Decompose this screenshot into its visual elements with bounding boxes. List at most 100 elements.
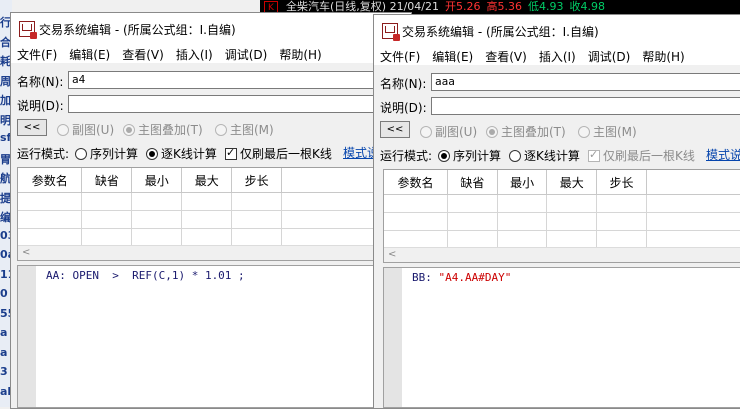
code-text: BB:: [412, 271, 439, 284]
scroll-left-icon[interactable]: <: [22, 247, 30, 258]
horizontal-scrollbar[interactable]: <: [18, 245, 411, 260]
option-label: 逐K线计算: [161, 147, 217, 161]
menu-bar: 文件(F) 编辑(E) 查看(V) 插入(I) 调试(D) 帮助(H): [11, 43, 411, 63]
title-bar[interactable]: 交易系统编辑 - (所属公式组：I.自编): [374, 15, 740, 45]
column-default: 缺省: [447, 170, 498, 195]
code-text: AA: OPEN > REF(C,1) * 1.01 ;: [46, 269, 245, 282]
low-price: 低4.93: [527, 0, 564, 13]
option-label: 副图(U): [72, 123, 115, 137]
formula-code-editor[interactable]: BB: "A4.AA#DAY": [383, 267, 740, 408]
run-mode-label: 运行模式:: [17, 147, 70, 161]
table-row[interactable]: [18, 192, 411, 211]
parameter-table: 参数名 缺省 最小 最大 步长 <: [17, 167, 411, 261]
option-label: 主图(M): [230, 123, 274, 137]
open-price: 开5.26: [444, 0, 481, 13]
radio-icon: [438, 150, 450, 162]
menu-bar: 文件(F) 编辑(E) 查看(V) 插入(I) 调试(D) 帮助(H): [374, 45, 740, 65]
column-empty: [646, 170, 740, 195]
collapse-button[interactable]: <<: [17, 119, 47, 136]
column-max: 最大: [181, 168, 233, 193]
checkbox-icon: [225, 146, 237, 160]
menu-insert[interactable]: 插入(I): [533, 45, 582, 65]
column-step: 步长: [231, 168, 283, 193]
menu-file[interactable]: 文件(F): [11, 43, 63, 63]
menu-file[interactable]: 文件(F): [374, 45, 426, 65]
window-title: 交易系统编辑 - (所属公式组：I.自编): [402, 25, 599, 39]
last-bar-checkbox[interactable]: 仅刷最后一根K线: [588, 147, 695, 164]
formula-app-icon: [19, 21, 37, 39]
option-label: 主图(M): [593, 125, 637, 139]
editor-gutter: [18, 266, 36, 407]
editor-gutter: [384, 268, 402, 407]
menu-view[interactable]: 查看(V): [479, 45, 533, 65]
option-main-overlay[interactable]: 主图叠加(T): [123, 121, 203, 138]
option-label: 仅刷最后一根K线: [603, 149, 695, 163]
formula-code-editor[interactable]: AA: OPEN > REF(C,1) * 1.01 ;: [17, 265, 411, 408]
column-default: 缺省: [81, 168, 133, 193]
option-label: 仅刷最后一根K线: [240, 147, 332, 161]
title-bar[interactable]: 交易系统编辑 - (所属公式组：I.自编): [11, 13, 411, 43]
name-label: 名称(N):: [380, 77, 427, 91]
checkbox-icon: [588, 148, 600, 162]
column-step: 步长: [596, 170, 647, 195]
radio-icon: [123, 124, 135, 136]
name-label: 名称(N):: [17, 75, 64, 89]
menu-debug[interactable]: 调试(D): [219, 43, 274, 63]
name-input[interactable]: aaa: [431, 73, 740, 91]
column-min: 最小: [497, 170, 548, 195]
column-min: 最小: [131, 168, 183, 193]
menu-debug[interactable]: 调试(D): [582, 45, 637, 65]
run-mode-per-bar[interactable]: 逐K线计算: [509, 147, 580, 164]
option-main-chart[interactable]: 主图(M): [578, 123, 637, 140]
radio-icon: [578, 126, 590, 138]
option-sub-chart[interactable]: 副图(U): [420, 123, 477, 140]
horizontal-scrollbar[interactable]: <: [384, 247, 740, 262]
radio-icon: [486, 126, 498, 138]
table-row[interactable]: [384, 194, 740, 213]
collapse-button[interactable]: <<: [380, 121, 410, 138]
description-input[interactable]: [431, 97, 740, 115]
radio-icon: [75, 148, 87, 160]
table-row[interactable]: [18, 228, 411, 247]
column-param-name: 参数名: [18, 168, 83, 193]
option-main-chart[interactable]: 主图(M): [215, 121, 274, 138]
table-row[interactable]: [384, 212, 740, 231]
last-bar-checkbox[interactable]: 仅刷最后一根K线: [225, 145, 332, 162]
menu-help[interactable]: 帮助(H): [636, 45, 690, 65]
option-label: 序列计算: [90, 147, 139, 161]
menu-insert[interactable]: 插入(I): [170, 43, 219, 63]
menu-help[interactable]: 帮助(H): [273, 43, 327, 63]
formula-editor-window-right: 交易系统编辑 - (所属公式组：I.自编) 文件(F) 编辑(E) 查看(V) 插入(…: [373, 14, 740, 409]
template-help-link[interactable]: 模式说: [706, 146, 740, 163]
column-max: 最大: [546, 170, 598, 195]
table-row[interactable]: [18, 210, 411, 229]
option-label: 序列计算: [453, 149, 502, 163]
run-mode-series[interactable]: 序列计算: [75, 145, 138, 162]
option-label: 逐K线计算: [524, 149, 580, 163]
formula-app-icon: [382, 23, 400, 41]
menu-edit[interactable]: 编辑(E): [63, 43, 116, 63]
run-mode-series[interactable]: 序列计算: [438, 147, 501, 164]
formula-editor-window-left: 交易系统编辑 - (所属公式组：I.自编) 文件(F) 编辑(E) 查看(V) 插入(…: [10, 12, 412, 409]
option-sub-chart[interactable]: 副图(U): [57, 121, 114, 138]
menu-edit[interactable]: 编辑(E): [426, 45, 479, 65]
description-input[interactable]: [68, 95, 411, 113]
run-mode-label: 运行模式:: [380, 149, 433, 163]
close-price: 收4.98: [569, 0, 605, 13]
code-line: AA: OPEN > REF(C,1) * 1.01 ;: [46, 269, 245, 282]
column-param-name: 参数名: [384, 170, 449, 195]
high-price: 高5.36: [486, 0, 522, 13]
name-input[interactable]: a4: [68, 71, 411, 89]
description-label: 说明(D):: [380, 101, 427, 115]
option-label: 副图(U): [435, 125, 478, 139]
code-line: BB: "A4.AA#DAY": [412, 271, 511, 284]
menu-view[interactable]: 查看(V): [116, 43, 170, 63]
radio-icon: [146, 148, 158, 160]
description-label: 说明(D):: [17, 99, 64, 113]
radio-icon: [215, 124, 227, 136]
run-mode-per-bar[interactable]: 逐K线计算: [146, 145, 217, 162]
option-main-overlay[interactable]: 主图叠加(T): [486, 123, 566, 140]
table-row[interactable]: [384, 230, 740, 249]
scroll-left-icon[interactable]: <: [388, 249, 396, 260]
radio-icon: [509, 150, 521, 162]
